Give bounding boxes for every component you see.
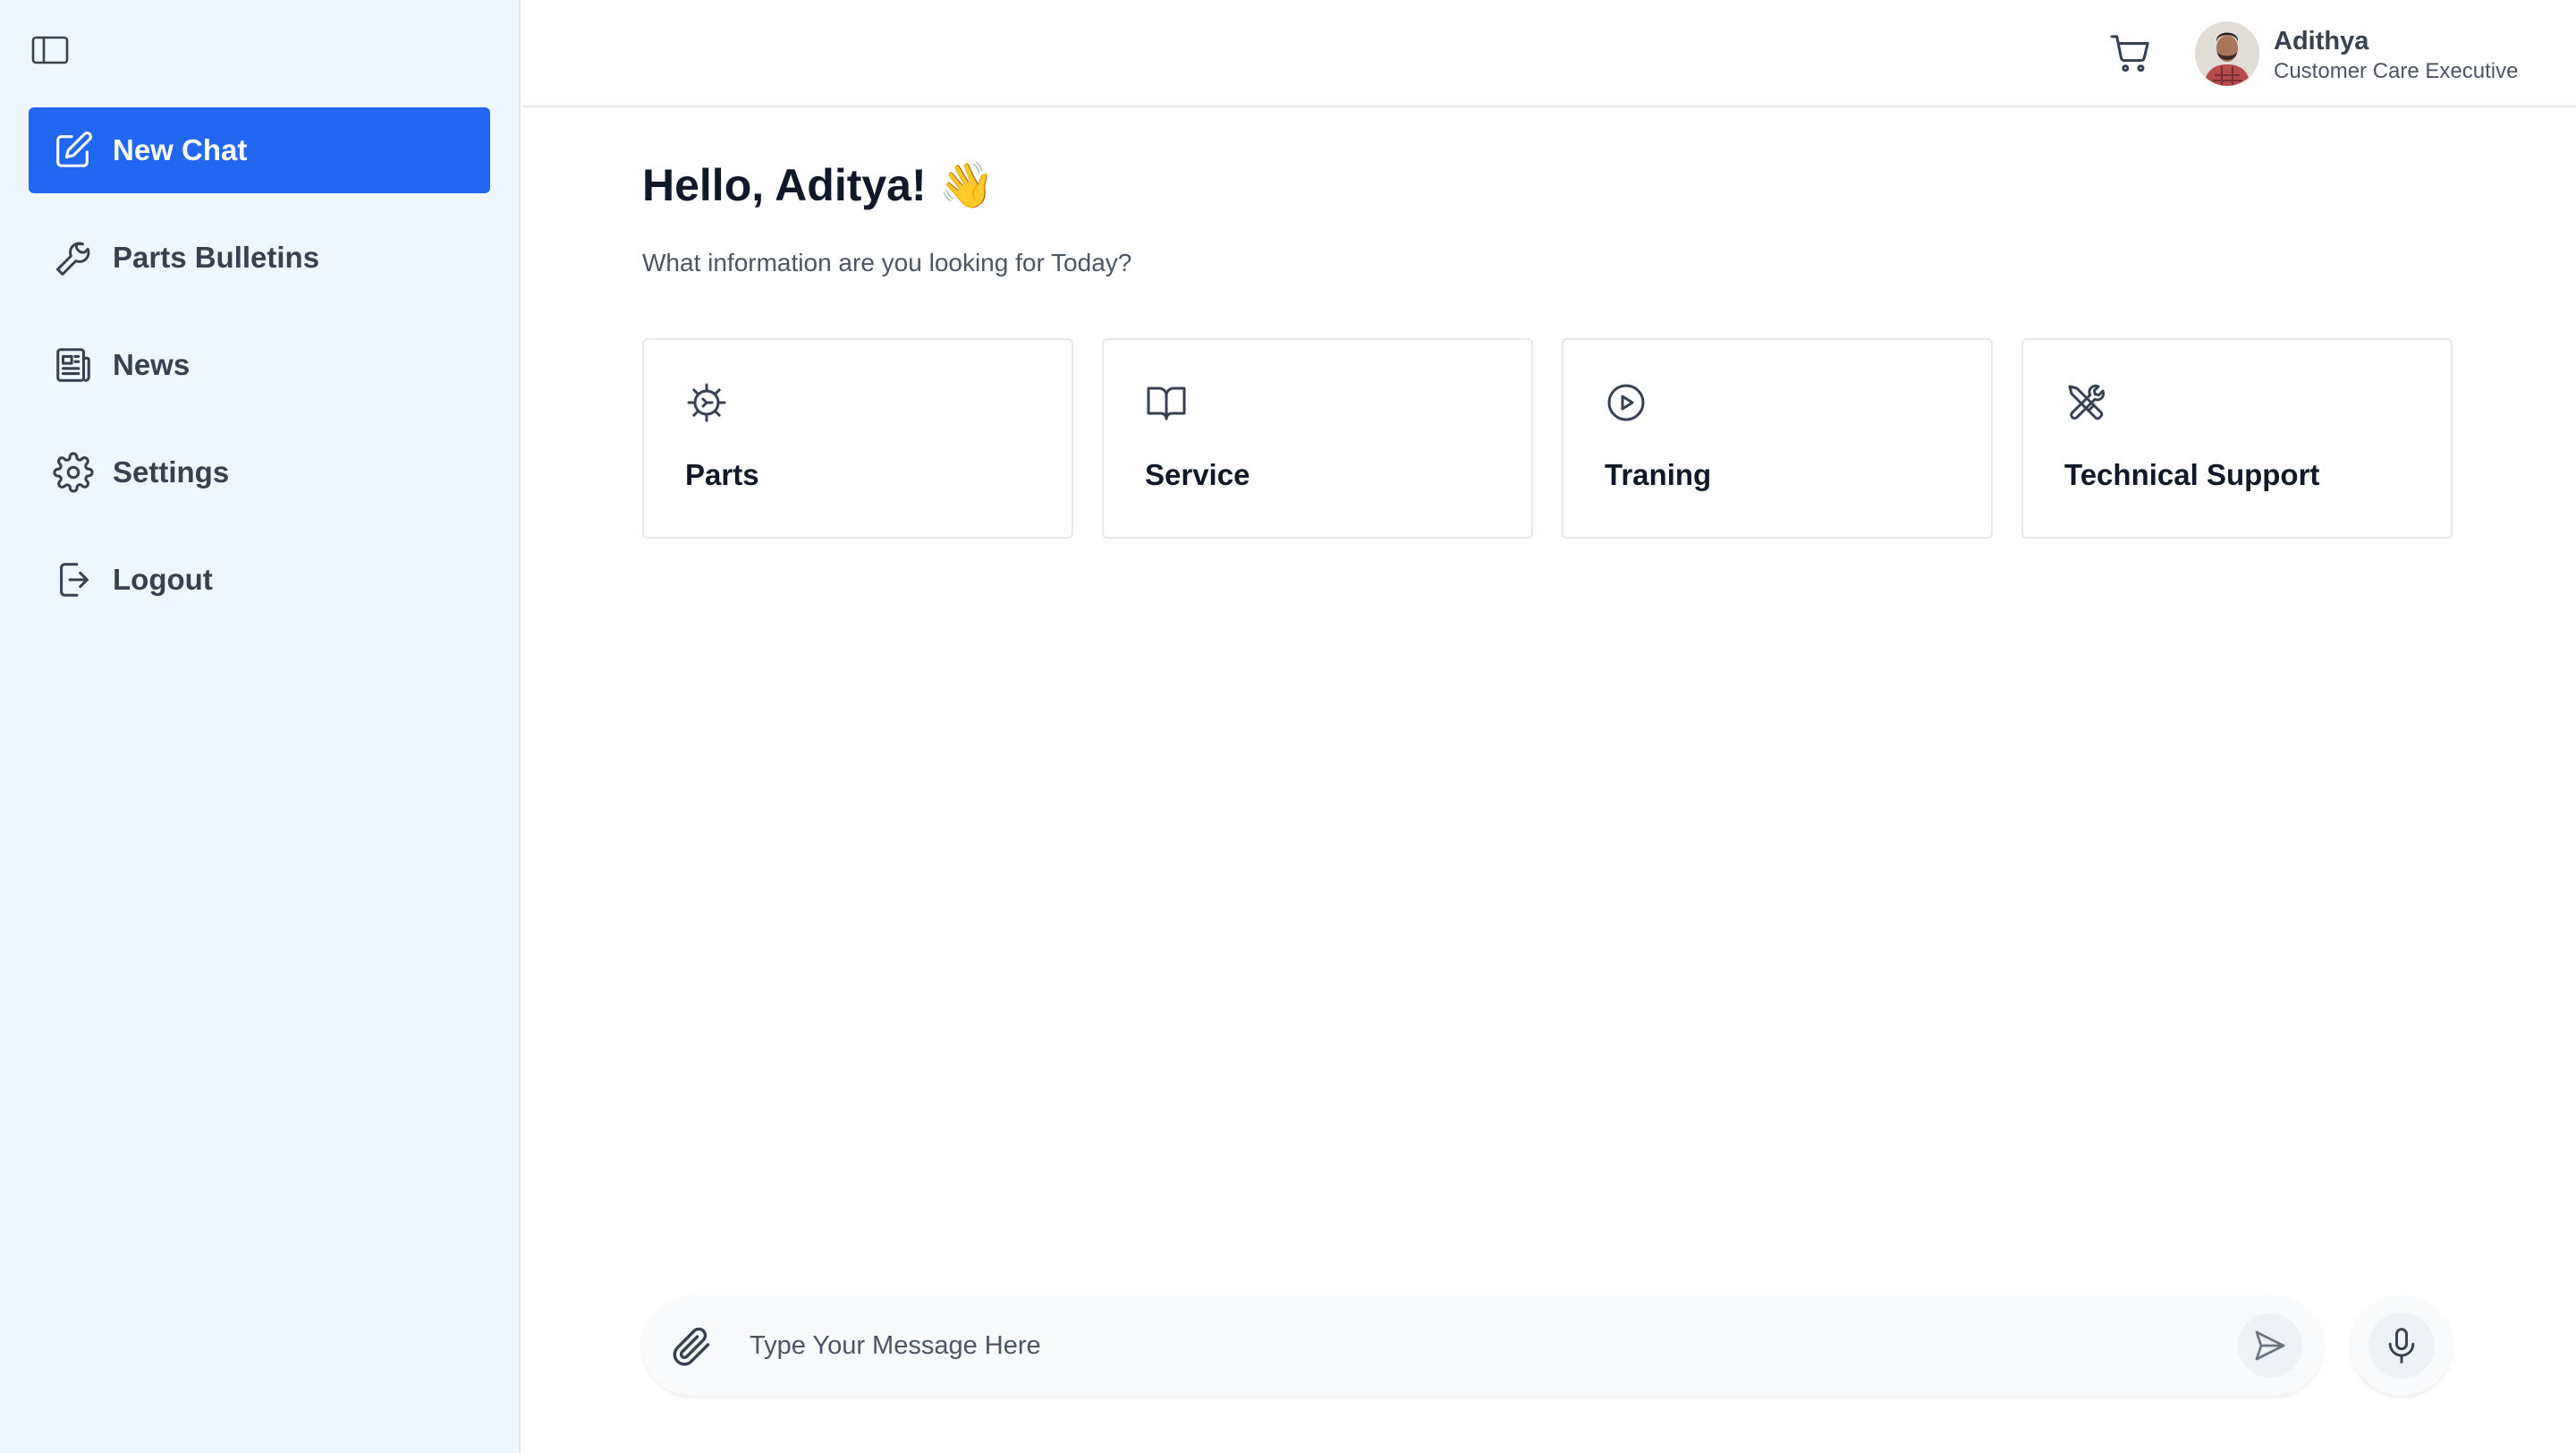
gear-icon bbox=[52, 451, 95, 494]
book-icon bbox=[1145, 381, 1188, 424]
card-label: Technical Support bbox=[2064, 458, 2320, 491]
sidebar-item-logout[interactable]: Logout bbox=[29, 537, 490, 623]
logout-icon bbox=[52, 558, 95, 601]
attach-icon[interactable] bbox=[667, 1322, 714, 1369]
sidebar-item-news[interactable]: News bbox=[29, 322, 490, 408]
sidebar-toggle-icon[interactable] bbox=[27, 32, 73, 68]
tools-icon bbox=[2064, 381, 2107, 424]
sidebar-item-label: Parts Bulletins bbox=[113, 241, 320, 274]
user-name: Adithya bbox=[2274, 27, 2369, 55]
card-technical-support[interactable]: Technical Support bbox=[2021, 338, 2453, 539]
sidebar-item-label: Logout bbox=[113, 563, 213, 596]
send-icon bbox=[2255, 1330, 2285, 1361]
wrench-icon bbox=[52, 236, 95, 279]
sidebar-item-label: Settings bbox=[113, 455, 230, 489]
sidebar-item-label: News bbox=[113, 348, 191, 381]
sidebar-item-settings[interactable]: Settings bbox=[29, 429, 490, 515]
sidebar-item-new-chat[interactable]: New Chat bbox=[29, 107, 490, 193]
card-parts[interactable]: Parts bbox=[642, 338, 1073, 539]
card-label: Service bbox=[1145, 458, 1250, 491]
card-label: Traning bbox=[1605, 458, 1712, 491]
play-circle-icon bbox=[1605, 381, 1648, 424]
app-window: New Chat Parts Bulletins News Settings L… bbox=[0, 0, 2576, 1453]
edit-icon bbox=[52, 129, 95, 172]
message-input[interactable] bbox=[750, 1321, 2145, 1371]
card-service[interactable]: Service bbox=[1102, 338, 1533, 539]
send-button[interactable] bbox=[2238, 1313, 2302, 1378]
greeting-subtitle: What information are you looking for Tod… bbox=[642, 249, 1132, 276]
user-role: Customer Care Executive bbox=[2274, 59, 2519, 83]
card-label: Parts bbox=[685, 458, 759, 491]
message-composer bbox=[642, 1296, 2324, 1396]
gear-cog-icon bbox=[685, 381, 728, 424]
avatar[interactable] bbox=[2195, 21, 2259, 86]
sidebar-item-label: New Chat bbox=[113, 133, 248, 166]
newspaper-icon bbox=[52, 344, 95, 387]
microphone-button[interactable] bbox=[2351, 1296, 2453, 1396]
sidebar: New Chat Parts Bulletins News Settings L… bbox=[0, 0, 521, 1453]
top-header: Adithya Customer Care Executive bbox=[522, 0, 2576, 107]
cart-icon[interactable] bbox=[2107, 32, 2154, 75]
sidebar-item-parts-bulletins[interactable]: Parts Bulletins bbox=[29, 215, 490, 301]
greeting-title: Hello, Aditya! 👋 bbox=[642, 160, 995, 210]
microphone-icon bbox=[2388, 1328, 2415, 1364]
card-training[interactable]: Traning bbox=[1562, 338, 1993, 539]
